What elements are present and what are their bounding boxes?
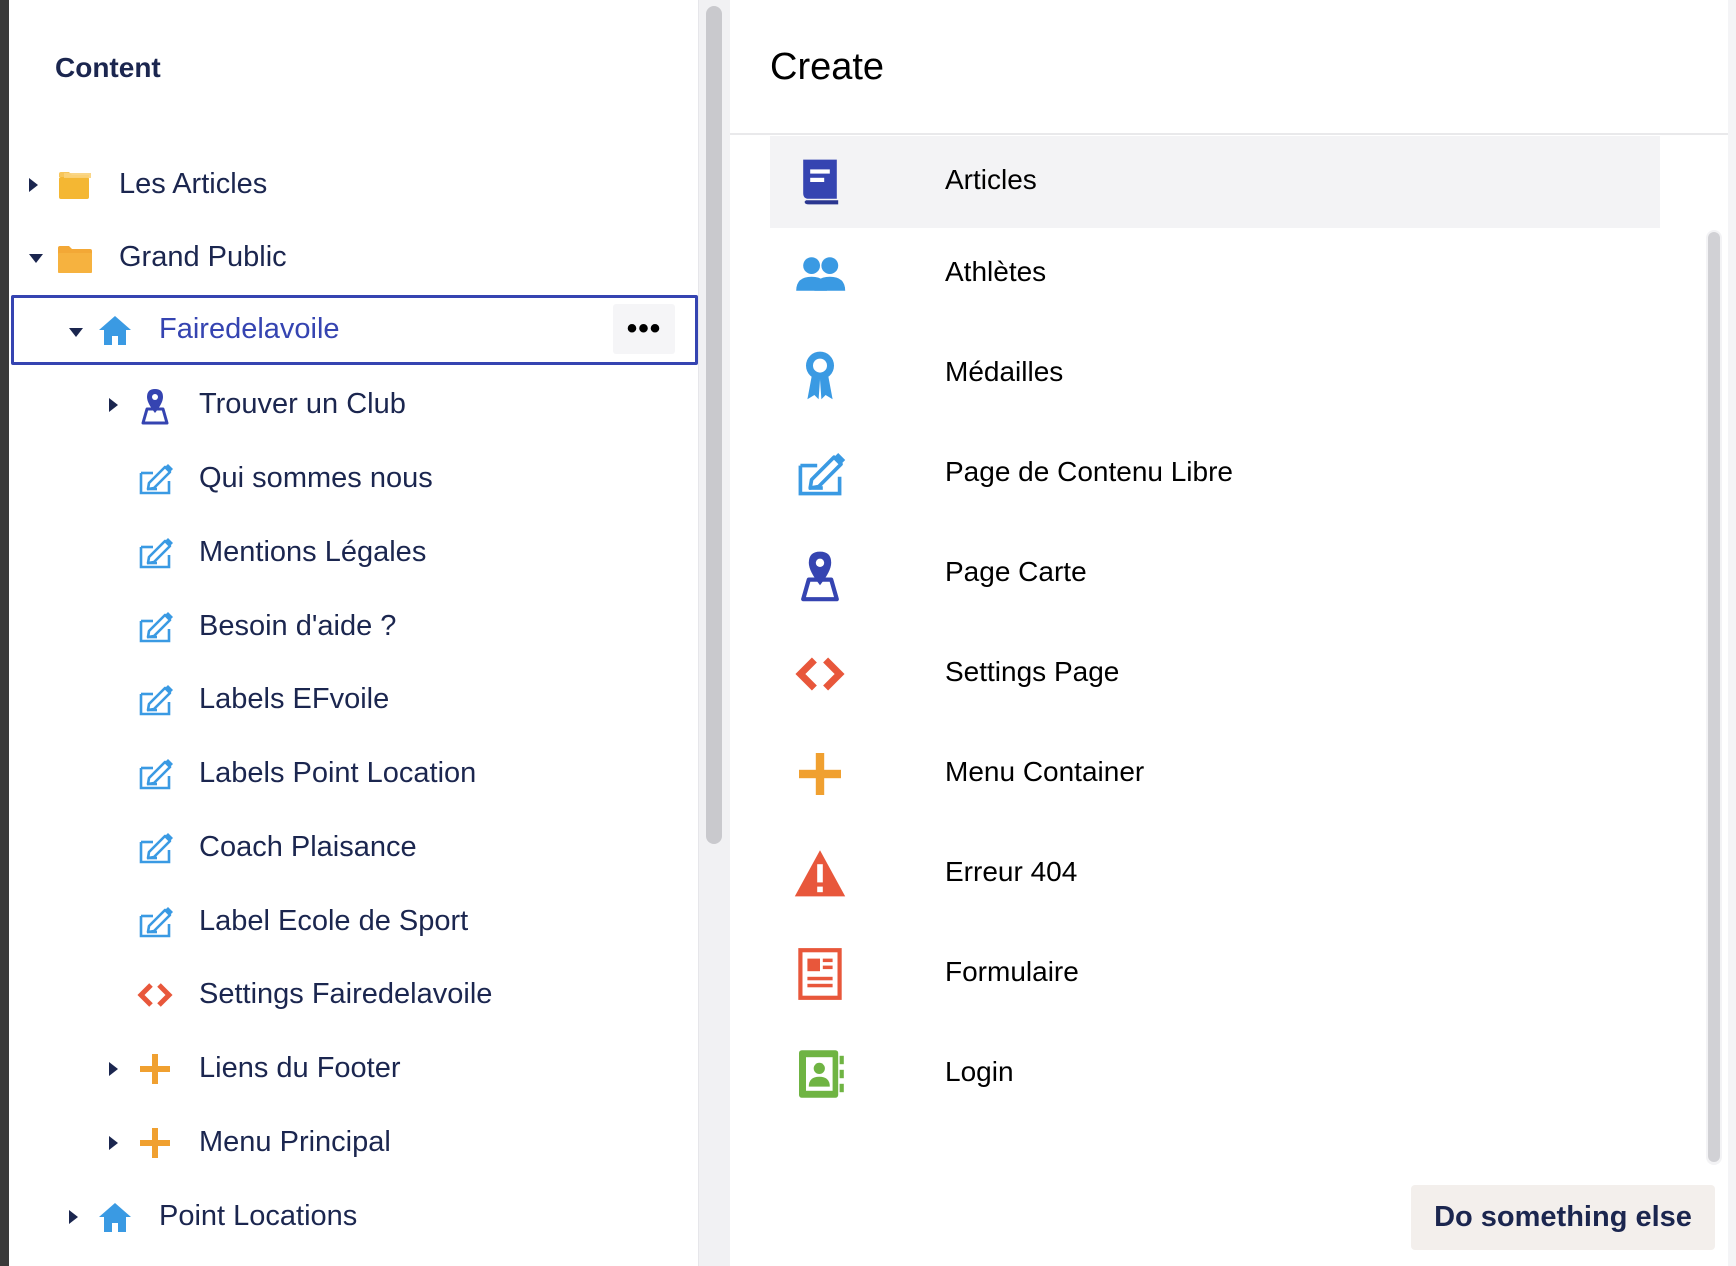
create-scrollbar[interactable] xyxy=(1708,232,1720,1162)
window-edge-right xyxy=(1728,0,1736,1266)
home-icon xyxy=(95,1197,135,1237)
create-item-3[interactable]: Médailles xyxy=(770,328,1660,420)
create-item-label: Athlètes xyxy=(945,256,1047,287)
edit-page-icon xyxy=(135,828,175,868)
caret-right-icon[interactable] xyxy=(109,398,118,412)
caret-down-icon[interactable] xyxy=(69,328,83,337)
caret-right-icon[interactable] xyxy=(109,1062,118,1076)
plus-icon xyxy=(792,746,848,802)
create-item-4[interactable]: Page de Contenu Libre xyxy=(770,428,1660,520)
code-icon xyxy=(135,975,175,1015)
form-icon xyxy=(792,946,848,1002)
create-item-10[interactable]: Login xyxy=(770,1028,1660,1120)
create-item-label: Settings Page xyxy=(945,656,1120,687)
book-icon xyxy=(792,154,848,210)
tree-item-2[interactable]: Grand Public xyxy=(9,227,698,289)
tree-item-label: Grand Public xyxy=(119,241,287,273)
map-pin-icon xyxy=(135,385,175,425)
create-item-6[interactable]: Settings Page xyxy=(770,628,1660,720)
tree-item-label: Menu Principal xyxy=(199,1126,391,1158)
create-item-5[interactable]: Page Carte xyxy=(770,528,1660,620)
tree-title: Content xyxy=(55,52,161,83)
tree-item-label: Trouver un Club xyxy=(199,388,406,420)
tree-item-label: Point Locations xyxy=(159,1200,358,1232)
tree-item-label: Liens du Footer xyxy=(199,1052,401,1084)
edit-page-icon xyxy=(135,680,175,720)
create-item-1[interactable]: Articles xyxy=(770,136,1660,228)
window-edge xyxy=(0,0,9,1266)
folder-icon xyxy=(55,165,95,205)
medal-icon xyxy=(792,346,848,402)
folder-open-icon xyxy=(55,238,95,278)
caret-right-icon[interactable] xyxy=(109,1136,118,1150)
users-icon xyxy=(792,246,848,302)
create-item-label: Formulaire xyxy=(945,956,1079,987)
code-icon xyxy=(792,646,848,702)
tree-item-15[interactable]: Point Locations xyxy=(9,1186,698,1248)
tree-item-label: Settings Fairedelavoile xyxy=(199,978,493,1010)
do-something-else-button[interactable]: Do something else xyxy=(1411,1185,1715,1250)
create-item-2[interactable]: Athlètes xyxy=(770,228,1660,320)
tree-item-label: Coach Plaisance xyxy=(199,831,417,863)
edit-page-icon xyxy=(135,754,175,794)
tree-item-14[interactable]: Menu Principal xyxy=(9,1112,698,1174)
tree-item-label: Labels EFvoile xyxy=(199,683,390,715)
create-item-8[interactable]: Erreur 404 xyxy=(770,828,1660,920)
create-item-label: Médailles xyxy=(945,356,1064,387)
create-item-label: Menu Container xyxy=(945,756,1145,787)
caret-right-icon[interactable] xyxy=(69,1210,78,1224)
tree-item-13[interactable]: Liens du Footer xyxy=(9,1038,698,1100)
map-pin-icon xyxy=(792,546,848,602)
caret-right-icon[interactable] xyxy=(29,178,38,192)
tree-item-5[interactable]: Qui sommes nous xyxy=(9,448,698,510)
create-item-label: Page de Contenu Libre xyxy=(945,456,1233,487)
create-dialog: Create Articles Athlètes Médailles Page … xyxy=(730,0,1736,1266)
tree-item-label: Label Ecole de Sport xyxy=(199,905,469,937)
tree-item-4[interactable]: Trouver un Club xyxy=(9,374,698,436)
tree-item-9[interactable]: Labels Point Location xyxy=(9,743,698,805)
tree-item-6[interactable]: Mentions Légales xyxy=(9,522,698,584)
create-item-label: Page Carte xyxy=(945,556,1087,587)
contact-book-icon xyxy=(792,1046,848,1102)
tree-item-label: Qui sommes nous xyxy=(199,462,433,494)
edit-page-icon xyxy=(135,902,175,942)
edit-page-icon xyxy=(135,607,175,647)
tree-scrollbar[interactable] xyxy=(706,6,722,844)
tree-item-12[interactable]: Settings Fairedelavoile xyxy=(9,964,698,1026)
plus-icon xyxy=(135,1049,175,1089)
create-item-label: Erreur 404 xyxy=(945,856,1078,887)
edit-page-icon xyxy=(135,533,175,573)
plus-icon xyxy=(135,1123,175,1163)
tree-item-label: Labels Point Location xyxy=(199,757,477,789)
create-item-label: Articles xyxy=(945,164,1037,195)
warning-icon xyxy=(792,846,848,902)
home-icon xyxy=(95,310,135,350)
tree-item-1[interactable]: Les Articles xyxy=(9,154,698,216)
tree-item-label: Les Articles xyxy=(119,168,268,200)
tree-item-3[interactable]: Fairedelavoile ••• xyxy=(11,295,698,365)
tree-item-label: Mentions Légales xyxy=(199,536,427,568)
edit-page-icon xyxy=(792,446,848,502)
create-item-7[interactable]: Menu Container xyxy=(770,728,1660,820)
create-item-9[interactable]: Formulaire xyxy=(770,928,1660,1020)
create-item-label: Login xyxy=(945,1056,1014,1087)
create-header: Create xyxy=(730,0,1736,135)
tree-item-label: Fairedelavoile xyxy=(159,313,340,345)
caret-down-icon[interactable] xyxy=(29,254,43,263)
more-actions-button[interactable]: ••• xyxy=(613,304,675,354)
tree-item-8[interactable]: Labels EFvoile xyxy=(9,669,698,731)
content-tree-panel: Content Les Articles Grand Public Fairede… xyxy=(9,0,698,1266)
tree-item-label: Besoin d'aide ? xyxy=(199,610,397,642)
edit-page-icon xyxy=(135,459,175,499)
tree-item-11[interactable]: Label Ecole de Sport xyxy=(9,891,698,953)
tree-item-10[interactable]: Coach Plaisance xyxy=(9,817,698,879)
create-title: Create xyxy=(770,46,885,88)
tree-item-7[interactable]: Besoin d'aide ? xyxy=(9,596,698,658)
